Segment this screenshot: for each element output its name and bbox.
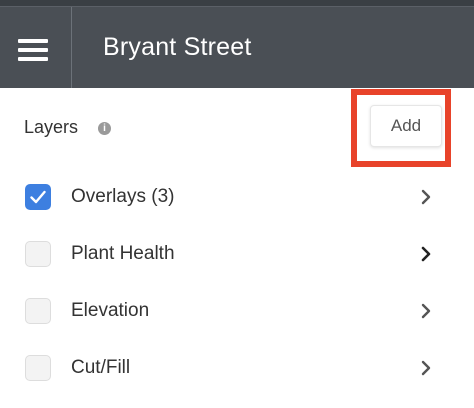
app-window: Bryant Street Layers i Add Overlays (3) … bbox=[0, 0, 474, 408]
chevron-right-icon[interactable] bbox=[417, 302, 435, 320]
layer-row-plant-health[interactable]: Plant Health bbox=[0, 225, 474, 282]
layers-panel: Layers i Add Overlays (3) Plant Health E… bbox=[0, 88, 474, 408]
page-title: Bryant Street bbox=[103, 33, 252, 61]
layers-heading: Layers bbox=[24, 117, 79, 137]
add-layer-button[interactable]: Add bbox=[370, 105, 442, 147]
layer-row-elevation[interactable]: Elevation bbox=[0, 282, 474, 339]
plant-health-checkbox[interactable] bbox=[25, 241, 51, 267]
hamburger-menu-icon bbox=[18, 39, 48, 61]
elevation-checkbox[interactable] bbox=[25, 298, 51, 324]
checkmark-icon bbox=[30, 190, 46, 204]
layer-row-overlays[interactable]: Overlays (3) bbox=[0, 168, 474, 225]
info-icon[interactable]: i bbox=[98, 122, 111, 135]
chevron-right-icon[interactable] bbox=[417, 188, 435, 206]
menu-button[interactable] bbox=[0, 7, 72, 89]
layer-row-cut-fill[interactable]: Cut/Fill bbox=[0, 339, 474, 396]
layer-label: Overlays (3) bbox=[71, 186, 175, 207]
chevron-right-icon[interactable] bbox=[417, 359, 435, 377]
chevron-right-icon[interactable] bbox=[417, 245, 435, 263]
layer-label: Plant Health bbox=[71, 243, 175, 264]
layer-label: Elevation bbox=[71, 300, 150, 321]
header-bar: Bryant Street bbox=[0, 6, 474, 89]
cut-fill-checkbox[interactable] bbox=[25, 355, 51, 381]
overlays-checkbox[interactable] bbox=[25, 184, 51, 210]
layer-label: Cut/Fill bbox=[71, 357, 131, 378]
